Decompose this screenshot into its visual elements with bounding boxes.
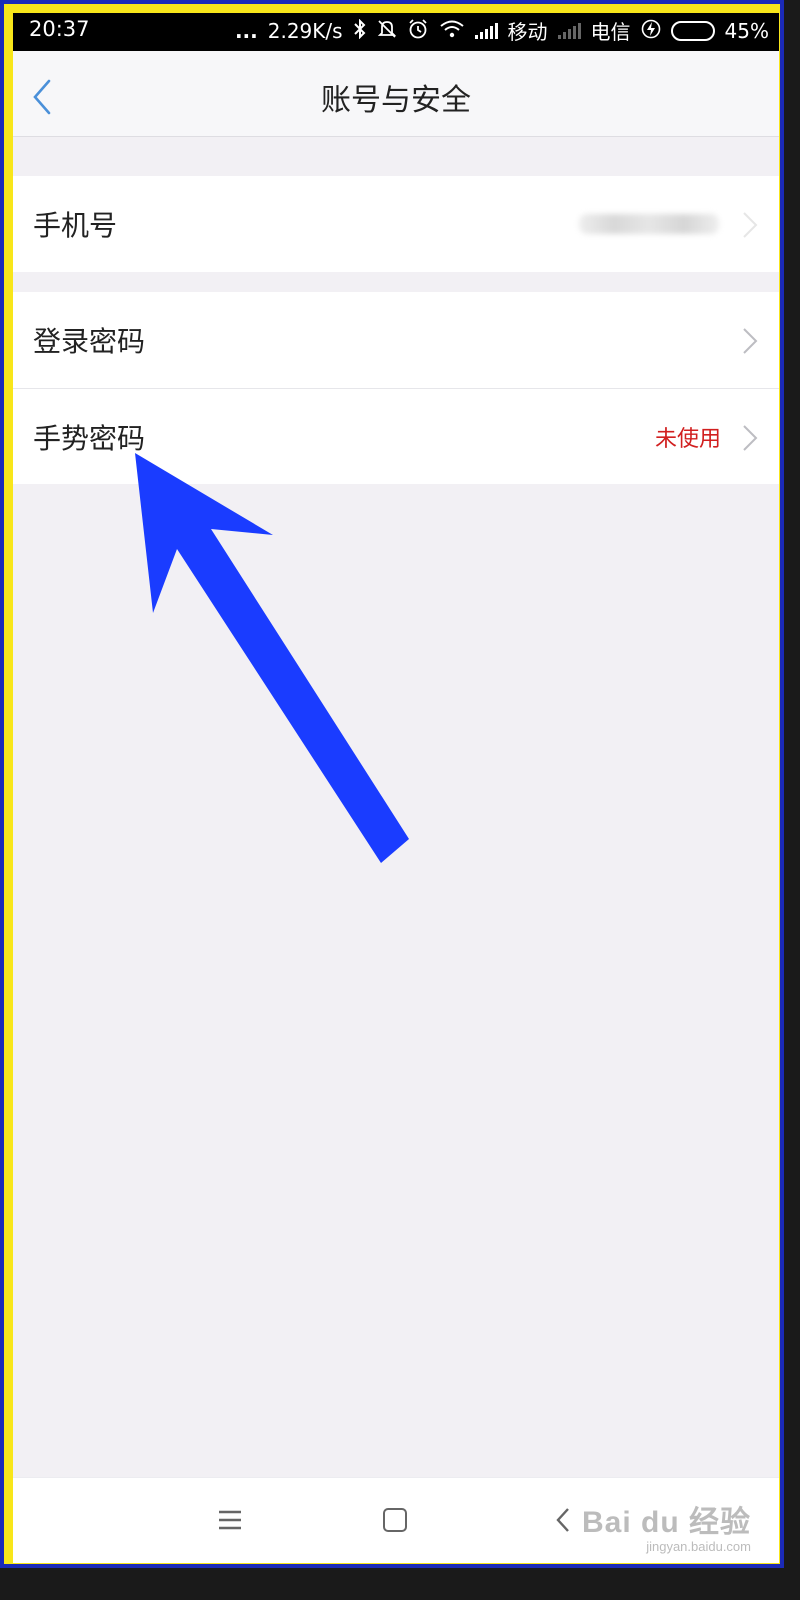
chevron-right-icon <box>743 212 758 238</box>
mute-bell-icon <box>377 19 397 43</box>
bluetooth-icon <box>353 18 367 43</box>
charging-icon <box>641 19 661 43</box>
row-gesture-password[interactable]: 手势密码 未使用 <box>13 388 779 484</box>
watermark: Bai du 经验 jingyan.baidu.com <box>582 1497 751 1554</box>
alarm-icon <box>407 18 429 44</box>
row-login-password[interactable]: 登录密码 <box>13 292 779 388</box>
screenshot-frame: 20:37 ... 2.29K/s 移动 电信 45% 账号与安全 手机号 登录… <box>0 0 784 1568</box>
status-dots: ... <box>234 18 258 43</box>
home-icon[interactable] <box>383 1508 407 1532</box>
battery-percent: 45% <box>724 18 769 43</box>
wifi-icon <box>439 19 465 43</box>
phone-screen: 20:37 ... 2.29K/s 移动 电信 45% 账号与安全 手机号 登录… <box>13 13 779 1563</box>
back-icon[interactable] <box>553 1506 573 1534</box>
page-title: 账号与安全 <box>321 83 471 118</box>
row-phone[interactable]: 手机号 <box>13 176 779 272</box>
blurred-phone-number <box>579 214 719 234</box>
status-bar: 20:37 ... 2.29K/s 移动 电信 45% <box>13 13 779 51</box>
row-label: 登录密码 <box>33 325 146 358</box>
watermark-main: Bai du 经验 <box>581 1506 751 1539</box>
network-speed: 2.29K/s <box>267 18 343 43</box>
signal-icon-dim <box>557 22 581 39</box>
signal-icon <box>474 22 498 39</box>
carrier-1: 移动 <box>507 20 548 44</box>
nav-header: 账号与安全 <box>13 51 779 137</box>
battery-body <box>670 20 715 41</box>
chevron-right-icon <box>743 425 758 451</box>
group-passwords: 登录密码 手势密码 未使用 <box>13 292 779 484</box>
status-badge: 未使用 <box>654 426 721 452</box>
group-phone: 手机号 <box>13 176 779 272</box>
row-label: 手机号 <box>33 209 118 242</box>
watermark-sub: jingyan.baidu.com <box>646 1539 751 1554</box>
menu-icon[interactable] <box>217 1508 243 1532</box>
battery-icon <box>670 20 715 41</box>
row-label: 手势密码 <box>33 421 146 455</box>
chevron-right-icon <box>743 328 758 354</box>
status-right: ... 2.29K/s 移动 电信 45% <box>235 16 769 45</box>
carrier-2: 电信 <box>590 20 631 44</box>
status-time: 20:37 <box>29 17 90 41</box>
